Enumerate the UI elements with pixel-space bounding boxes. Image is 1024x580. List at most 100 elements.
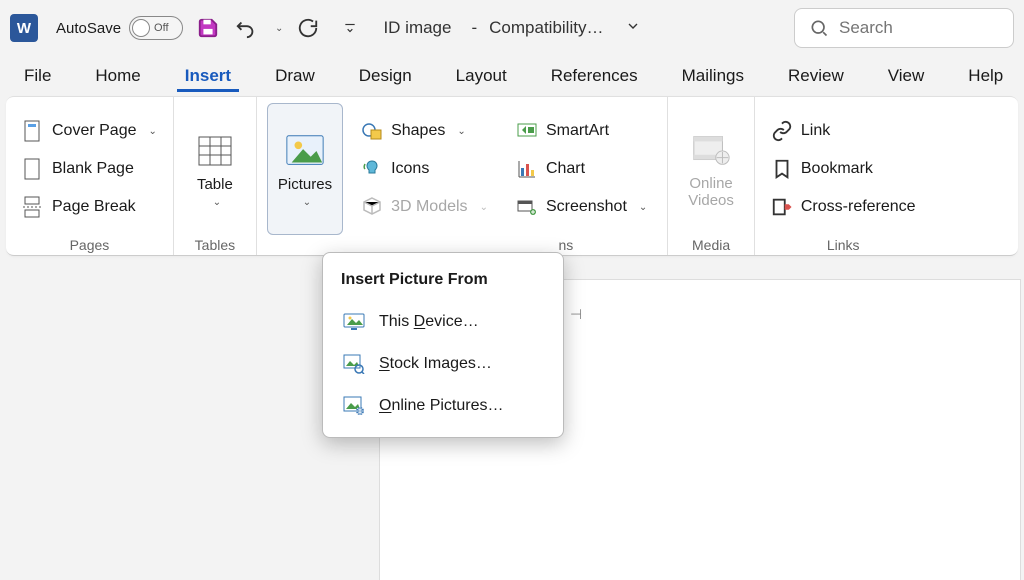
smartart-button[interactable]: SmartArt <box>510 116 653 146</box>
autosave-toggle[interactable]: Off <box>129 16 183 40</box>
group-tables: Table ⌄ Tables <box>174 97 257 255</box>
shapes-icon <box>361 120 383 142</box>
tab-help[interactable]: Help <box>960 60 1011 92</box>
autosave-control[interactable]: AutoSave Off <box>56 16 183 40</box>
chart-label: Chart <box>546 160 585 178</box>
screenshot-icon <box>516 196 538 218</box>
this-device-icon <box>343 311 365 333</box>
blank-page-label: Blank Page <box>52 160 134 178</box>
chevron-down-icon: ⌄ <box>303 197 311 208</box>
link-label: Link <box>801 122 830 140</box>
chevron-down-icon: ⌄ <box>457 126 465 137</box>
cross-reference-label: Cross-reference <box>801 198 916 216</box>
tab-file[interactable]: File <box>16 60 59 92</box>
icons-button[interactable]: Icons <box>355 154 494 184</box>
undo-button[interactable] <box>233 15 259 41</box>
tab-mailings[interactable]: Mailings <box>674 60 752 92</box>
title-bar: W AutoSave Off ⌄ ID image - Compatibilit… <box>0 0 1024 56</box>
3d-models-button: 3D Models ⌄ <box>355 192 494 222</box>
screenshot-button[interactable]: Screenshot ⌄ <box>510 192 653 222</box>
group-media: Online Videos Media <box>668 97 755 255</box>
pictures-label: Pictures <box>278 176 332 193</box>
table-label: Table <box>197 176 233 193</box>
group-links-label: Links <box>765 235 922 253</box>
online-pictures-icon <box>343 395 365 417</box>
picture-stock-images[interactable]: Stock Images… <box>329 343 557 385</box>
shapes-label: Shapes <box>391 122 445 140</box>
redo-button[interactable] <box>295 15 321 41</box>
tab-draw[interactable]: Draw <box>267 60 323 92</box>
stock-images-label: Stock Images… <box>379 355 492 373</box>
cursor-indicator: ⊣ <box>570 306 582 323</box>
undo-dropdown-icon[interactable]: ⌄ <box>275 23 283 34</box>
cross-reference-icon <box>771 196 793 218</box>
insert-picture-dropdown: Insert Picture From This Device… Stock I… <box>322 252 564 438</box>
tab-home[interactable]: Home <box>87 60 148 92</box>
smartart-label: SmartArt <box>546 122 609 140</box>
tab-view[interactable]: View <box>880 60 933 92</box>
page-break-icon <box>22 196 44 218</box>
bookmark-button[interactable]: Bookmark <box>765 154 922 184</box>
online-videos-label-2: Videos <box>688 192 734 209</box>
chevron-down-icon: ⌄ <box>149 126 157 137</box>
autosave-state: Off <box>154 22 168 34</box>
table-button[interactable]: Table ⌄ <box>184 103 246 235</box>
customize-qat-button[interactable] <box>337 15 363 41</box>
compatibility-mode: Compatibility… <box>489 18 603 38</box>
chart-button[interactable]: Chart <box>510 154 653 184</box>
tab-design[interactable]: Design <box>351 60 420 92</box>
group-illustrations: Pictures ⌄ Shapes ⌄ Icons 3D Models ⌄ <box>257 97 668 255</box>
3d-models-label: 3D Models <box>391 198 467 216</box>
search-input[interactable] <box>839 18 979 38</box>
3d-models-icon <box>361 196 383 218</box>
group-tables-label: Tables <box>184 235 246 253</box>
page-break-button[interactable]: Page Break <box>16 192 163 222</box>
group-media-label: Media <box>678 235 744 253</box>
online-videos-label-1: Online <box>689 175 732 192</box>
group-links: Link Bookmark Cross-reference Links <box>755 97 932 255</box>
ribbon: Cover Page ⌄ Blank Page Page Break Pages <box>6 96 1018 256</box>
link-button[interactable]: Link <box>765 116 922 146</box>
stock-images-icon <box>343 353 365 375</box>
group-illustrations-label: ns <box>267 235 653 253</box>
shapes-button[interactable]: Shapes ⌄ <box>355 116 494 146</box>
blank-page-icon <box>22 158 44 180</box>
icons-label: Icons <box>391 160 429 178</box>
document-name: ID image <box>383 18 451 38</box>
tab-references[interactable]: References <box>543 60 646 92</box>
search-icon <box>809 18 829 38</box>
chevron-down-icon: ⌄ <box>213 197 221 208</box>
picture-online[interactable]: Online Pictures… <box>329 385 557 427</box>
ribbon-tabs: File Home Insert Draw Design Layout Refe… <box>0 56 1024 96</box>
tab-insert[interactable]: Insert <box>177 60 239 92</box>
cross-reference-button[interactable]: Cross-reference <box>765 192 922 222</box>
page-break-label: Page Break <box>52 198 136 216</box>
tab-layout[interactable]: Layout <box>448 60 515 92</box>
chevron-down-icon: ⌄ <box>639 202 647 213</box>
online-videos-button: Online Videos <box>678 103 744 235</box>
toggle-knob-icon <box>132 19 150 37</box>
dropdown-header: Insert Picture From <box>329 267 557 301</box>
group-pages: Cover Page ⌄ Blank Page Page Break Pages <box>6 97 174 255</box>
chart-icon <box>516 158 538 180</box>
cover-page-icon <box>22 120 44 142</box>
online-pictures-label: Online Pictures… <box>379 397 504 415</box>
this-device-label: This Device… <box>379 313 479 331</box>
smartart-icon <box>516 120 538 142</box>
cover-page-label: Cover Page <box>52 122 137 140</box>
icons-icon <box>361 158 383 180</box>
picture-this-device[interactable]: This Device… <box>329 301 557 343</box>
search-box[interactable] <box>794 8 1014 48</box>
title-dropdown-button[interactable] <box>625 18 641 38</box>
save-button[interactable] <box>195 15 221 41</box>
pictures-button[interactable]: Pictures ⌄ <box>267 103 343 235</box>
pictures-icon <box>284 130 326 172</box>
chevron-down-icon: ⌄ <box>480 202 488 213</box>
word-app-icon: W <box>10 14 38 42</box>
cover-page-button[interactable]: Cover Page ⌄ <box>16 116 163 146</box>
blank-page-button[interactable]: Blank Page <box>16 154 163 184</box>
bookmark-label: Bookmark <box>801 160 873 178</box>
tab-review[interactable]: Review <box>780 60 852 92</box>
bookmark-icon <box>771 158 793 180</box>
screenshot-label: Screenshot <box>546 198 627 216</box>
